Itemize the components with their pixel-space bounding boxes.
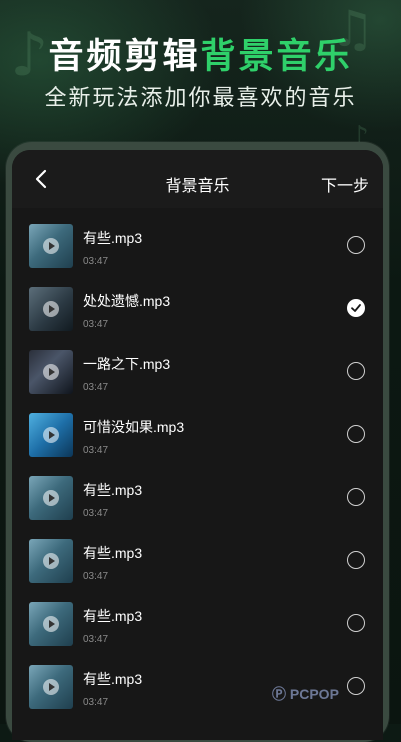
song-cover-thumbnail[interactable]: [29, 602, 73, 646]
song-item[interactable]: 有些.mp3 03:47: [12, 469, 383, 532]
song-name: 有些.mp3: [83, 545, 143, 561]
song-item[interactable]: 有些.mp3 03:47: [12, 595, 383, 658]
play-icon[interactable]: [43, 616, 59, 632]
song-duration: 03:47: [83, 382, 109, 393]
song-duration: 03:47: [83, 256, 109, 267]
watermark-logo: Ⓟ PCPOP: [272, 686, 339, 702]
play-icon[interactable]: [43, 238, 59, 254]
promo-headline: 音频剪辑背景音乐: [0, 28, 401, 79]
play-icon[interactable]: [43, 679, 59, 695]
select-radio-button[interactable]: [347, 551, 365, 569]
select-radio-button[interactable]: [347, 677, 365, 695]
song-name: 可惜没如果.mp3: [83, 419, 185, 435]
song-cover-thumbnail[interactable]: [29, 287, 73, 331]
song-duration: 03:47: [83, 571, 109, 582]
song-cover-thumbnail[interactable]: [29, 413, 73, 457]
song-cover-thumbnail[interactable]: [29, 476, 73, 520]
top-bar: 背景音乐 下一步: [12, 150, 383, 208]
select-radio-button[interactable]: [347, 362, 365, 380]
play-icon[interactable]: [43, 490, 59, 506]
song-duration: 03:47: [83, 319, 109, 330]
song-cover-thumbnail[interactable]: [29, 539, 73, 583]
song-name: 有些.mp3: [83, 671, 143, 687]
song-name: 处处遗憾.mp3: [83, 293, 171, 309]
song-cover-thumbnail[interactable]: [29, 224, 73, 268]
selected-check-icon[interactable]: [347, 299, 365, 317]
select-radio-button[interactable]: [347, 425, 365, 443]
song-item[interactable]: 可惜没如果.mp3 03:47: [12, 406, 383, 469]
song-duration: 03:47: [83, 508, 109, 519]
song-name: 有些.mp3: [83, 608, 143, 624]
song-item[interactable]: 一路之下.mp3 03:47: [12, 343, 383, 406]
select-radio-button[interactable]: [347, 614, 365, 632]
song-duration: 03:47: [83, 697, 109, 708]
headline-white: 音频剪辑: [48, 37, 201, 76]
promo-subtitle: 全新玩法添加你最喜欢的音乐: [44, 85, 357, 110]
song-item[interactable]: 有些.mp3 03:47: [12, 532, 383, 595]
play-icon[interactable]: [43, 427, 59, 443]
play-icon[interactable]: [43, 553, 59, 569]
song-name: 有些.mp3: [83, 482, 143, 498]
song-duration: 03:47: [83, 634, 109, 645]
next-button[interactable]: 下一步: [321, 172, 369, 196]
song-item[interactable]: 处处遗憾.mp3 03:47: [12, 280, 383, 343]
song-name: 一路之下.mp3: [83, 356, 171, 372]
song-cover-thumbnail[interactable]: [29, 350, 73, 394]
play-icon[interactable]: [43, 301, 59, 317]
play-icon[interactable]: [43, 364, 59, 380]
song-cover-thumbnail[interactable]: [29, 665, 73, 709]
song-name: 有些.mp3: [83, 230, 143, 246]
song-duration: 03:47: [83, 445, 109, 456]
song-item[interactable]: 有些.mp3 03:47: [12, 217, 383, 280]
select-radio-button[interactable]: [347, 236, 365, 254]
select-radio-button[interactable]: [347, 488, 365, 506]
app-screen: 背景音乐 下一步 有些.mp3 03:47 处处遗憾.mp3 03:47 一路之下.mp…: [12, 150, 383, 740]
headline-green: 背景音乐: [200, 37, 353, 76]
